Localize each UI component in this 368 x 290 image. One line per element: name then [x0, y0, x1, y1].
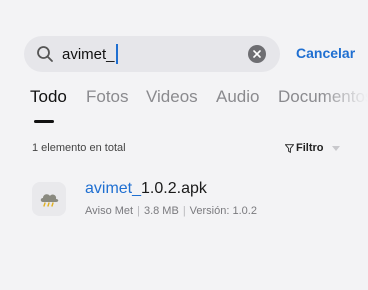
meta-separator: | — [182, 205, 186, 217]
clear-icon[interactable] — [248, 45, 266, 63]
file-version: Versión: 1.0.2 — [189, 205, 257, 217]
active-tab-indicator — [34, 120, 54, 123]
meta-separator: | — [137, 205, 140, 217]
search-icon — [37, 46, 53, 62]
filter-label: Filtro — [296, 142, 324, 154]
file-name-rest: 1.0.2.apk — [141, 180, 207, 197]
category-tabs: Todo Fotos Videos Audio Documentos — [0, 87, 368, 117]
search-input[interactable]: avimet_ — [62, 44, 118, 64]
filter-button[interactable]: Filtro — [285, 142, 340, 154]
tab-videos[interactable]: Videos — [146, 87, 198, 107]
app-name: Aviso Met — [85, 205, 134, 217]
file-name-highlight: avimet_ — [85, 180, 142, 197]
cancel-button[interactable]: Cancelar — [296, 45, 355, 61]
chevron-down-icon — [331, 145, 340, 151]
tab-todo[interactable]: Todo — [30, 87, 67, 107]
result-count: 1 elemento en total — [32, 142, 126, 154]
file-size: 3.8 MB — [143, 205, 179, 217]
search-query: avimet_ — [62, 45, 115, 63]
cloud-icon — [32, 182, 66, 216]
funnel-icon — [285, 143, 294, 153]
text-cursor — [115, 44, 118, 64]
search-bar[interactable]: avimet_ — [24, 36, 280, 72]
tabs-fade — [320, 87, 368, 113]
list-item[interactable]: avimet_1.0.2.apk Aviso Met | 3.8 MB | Versió… — [32, 178, 352, 222]
file-name: avimet_1.0.2.apk — [85, 180, 207, 198]
file-meta: Aviso Met | 3.8 MB | Versión: 1.0.2 — [85, 205, 257, 217]
tab-fotos[interactable]: Fotos — [86, 87, 129, 107]
tab-audio[interactable]: Audio — [216, 87, 259, 107]
